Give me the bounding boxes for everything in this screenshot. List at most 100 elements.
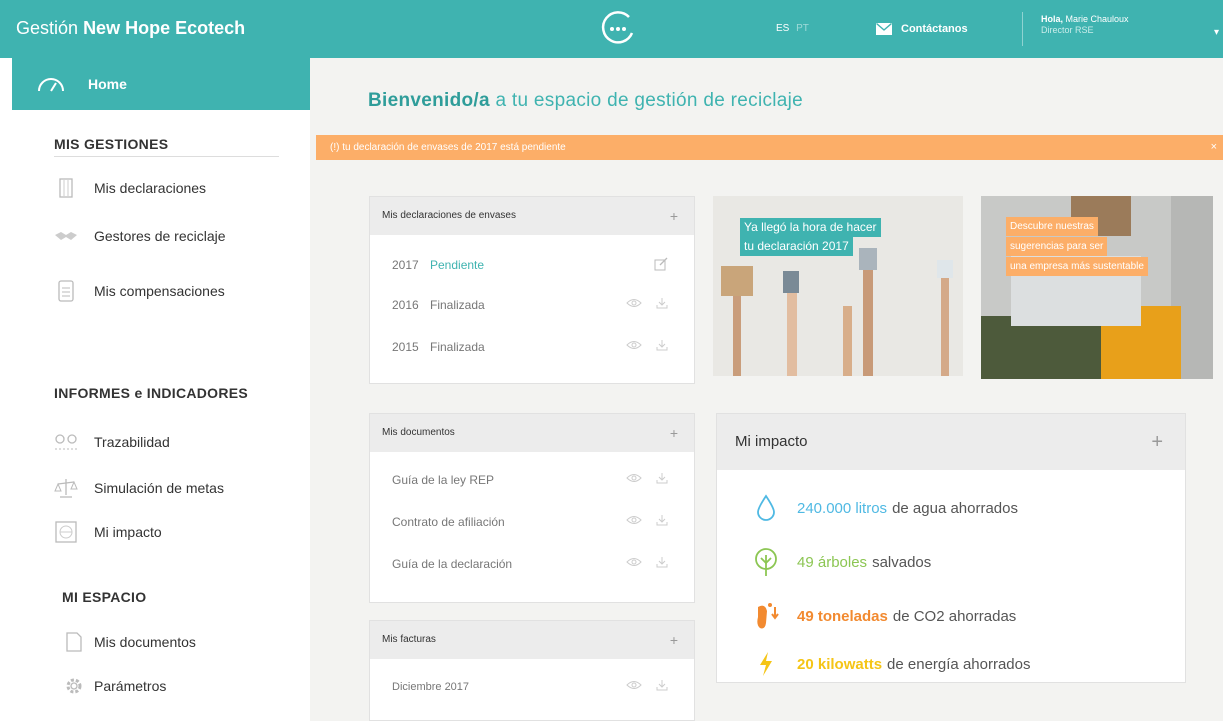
download-icon[interactable]	[656, 679, 668, 691]
table-row[interactable]: 2017 Pendiente	[392, 255, 672, 275]
download-icon[interactable]	[656, 556, 668, 568]
page-title: Bienvenido/a a tu espacio de gestión de …	[368, 90, 803, 112]
card-title: Mis declaraciones de envases	[382, 210, 516, 221]
language-switcher: ES PT	[776, 23, 809, 34]
impacto-card: Mi impacto + 240.000 litros de agua ahor…	[716, 413, 1186, 683]
plus-icon[interactable]: +	[670, 197, 678, 235]
pending-alert-banner[interactable]: (!) tu declaración de envases de 2017 es…	[316, 135, 1223, 160]
promo-line: tu declaración 2017	[740, 237, 853, 256]
impact-value: 20 kilowatts	[797, 655, 883, 673]
card-header: Mis documentos +	[370, 414, 694, 452]
list-item[interactable]: Guía de la declaración	[392, 554, 672, 574]
welcome-bold: Bienvenido/a	[368, 90, 490, 111]
impact-label: de energía ahorrados	[887, 655, 1031, 673]
plus-icon[interactable]: +	[1151, 414, 1163, 470]
card-header: Mis facturas +	[370, 621, 694, 659]
smiley-logo-icon[interactable]	[598, 9, 638, 49]
download-icon[interactable]	[656, 472, 668, 484]
sidebar-item-mis-compensaciones[interactable]: Mis compensaciones	[54, 279, 225, 303]
download-icon[interactable]	[656, 297, 668, 309]
user-name: Marie Chauloux	[1065, 14, 1129, 24]
sidebar-item-label: Home	[88, 76, 127, 92]
sidebar-item-mis-documentos[interactable]: Mis documentos	[62, 630, 196, 654]
impact-value: 49 árboles	[797, 553, 868, 571]
sidebar-item-label: Gestores de reciclaje	[94, 228, 226, 244]
promo-line: Descubre nuestras	[1006, 217, 1098, 236]
envelope-icon	[876, 23, 892, 35]
document-name: Guía de la declaración	[392, 557, 513, 571]
chevron-down-icon[interactable]: ▾	[1214, 27, 1219, 38]
eye-icon[interactable]	[626, 297, 642, 309]
sidebar-item-trazabilidad[interactable]: Trazabilidad	[54, 430, 170, 454]
eye-icon[interactable]	[626, 339, 642, 351]
scale-icon	[54, 476, 78, 500]
row-year: 2016	[392, 298, 419, 312]
row-status: Finalizada	[430, 298, 485, 312]
tree-icon	[749, 547, 783, 577]
document-name: Contrato de afiliación	[392, 515, 505, 529]
row-status: Finalizada	[430, 340, 485, 354]
divider	[1022, 12, 1023, 46]
row-year: 2017	[392, 258, 419, 272]
user-role: Director RSE	[1041, 25, 1094, 35]
sidebar-item-home[interactable]: Home	[12, 58, 310, 110]
contact-label: Contáctanos	[901, 23, 968, 35]
eye-icon[interactable]	[626, 472, 642, 484]
eye-icon[interactable]	[626, 556, 642, 568]
row-status: Pendiente	[430, 258, 485, 272]
table-row[interactable]: 2015 Finalizada	[392, 337, 672, 357]
promo-declaracion-banner[interactable]: Ya llegó la hora de hacer tu declaración…	[713, 196, 963, 376]
close-icon[interactable]: ×	[1211, 135, 1217, 160]
greeting: Hola,	[1041, 14, 1064, 24]
promo-line: una empresa más sustentable	[1006, 257, 1148, 276]
section-title-informes: INFORMES e INDICADORES	[54, 385, 249, 401]
eye-icon[interactable]	[626, 679, 642, 691]
row-year: 2015	[392, 340, 419, 354]
handshake-icon	[54, 224, 78, 248]
declaraciones-card: Mis declaraciones de envases + 2017 Pend…	[369, 196, 695, 384]
sidebar-item-label: Mis declaraciones	[94, 180, 207, 196]
card-header: Mi impacto +	[717, 414, 1185, 470]
alert-text: (!) tu declaración de envases de 2017 es…	[330, 142, 566, 153]
impact-label: de agua ahorrados	[892, 499, 1018, 517]
sidebar-item-label: Trazabilidad	[94, 434, 170, 450]
promo-sugerencias-banner[interactable]: Descubre nuestras sugerencias para ser u…	[981, 196, 1213, 379]
brand-prefix: Gestión	[16, 18, 79, 38]
receipt-icon	[54, 279, 78, 303]
invoice-name: Diciembre 2017	[392, 681, 470, 693]
facturas-card: Mis facturas + Diciembre 2017	[369, 620, 695, 721]
lang-es[interactable]: ES	[776, 23, 789, 34]
card-title: Mis documentos	[382, 427, 455, 438]
download-icon[interactable]	[656, 339, 668, 351]
download-icon[interactable]	[656, 514, 668, 526]
plus-icon[interactable]: +	[670, 621, 678, 659]
contact-link[interactable]: Contáctanos	[876, 20, 968, 38]
list-item[interactable]: Guía de la ley REP	[392, 470, 672, 490]
plus-icon[interactable]: +	[670, 414, 678, 452]
sidebar-item-mi-impacto[interactable]: Mi impacto	[54, 520, 162, 544]
list-item[interactable]: Contrato de afiliación	[392, 512, 672, 532]
impact-row-co2: 49 toneladas de CO2 ahorradas	[749, 601, 1016, 631]
app-brand[interactable]: Gestión New Hope Ecotech	[16, 18, 245, 39]
sidebar-item-label: Parámetros	[94, 678, 167, 694]
brand-name: New Hope Ecotech	[83, 18, 246, 38]
promo-line: sugerencias para ser	[1006, 237, 1108, 256]
impact-label: salvados	[872, 553, 932, 571]
lang-pt[interactable]: PT	[796, 23, 809, 34]
sidebar: Home MIS GESTIONES Mis declaraciones Ges…	[0, 58, 310, 721]
trace-pins-icon	[54, 430, 78, 454]
footprint-icon	[749, 601, 783, 631]
sidebar-item-gestores-de-reciclaje[interactable]: Gestores de reciclaje	[54, 224, 226, 248]
user-menu[interactable]: Hola, Marie Chauloux Director RSE	[1041, 14, 1129, 36]
sidebar-item-mis-declaraciones[interactable]: Mis declaraciones	[54, 176, 206, 200]
eye-icon[interactable]	[626, 514, 642, 526]
impact-value: 49 toneladas	[797, 607, 888, 625]
table-row[interactable]: 2016 Finalizada	[392, 295, 672, 315]
card-title: Mis facturas	[382, 634, 436, 645]
sidebar-item-parametros[interactable]: Parámetros	[62, 674, 166, 698]
impact-value: 240.000 litros	[797, 499, 888, 517]
edit-icon[interactable]	[654, 257, 668, 271]
sidebar-item-label: Mi impacto	[94, 524, 162, 540]
list-item[interactable]: Diciembre 2017	[392, 677, 672, 697]
sidebar-item-simulacion-de-metas[interactable]: Simulación de metas	[54, 476, 224, 500]
